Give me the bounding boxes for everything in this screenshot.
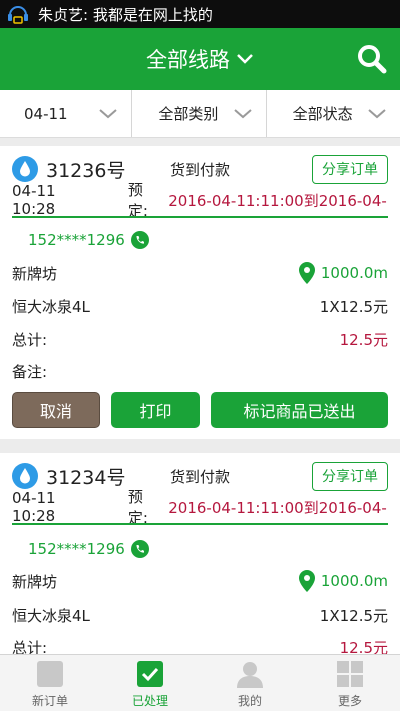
chevron-down-icon <box>99 108 117 118</box>
share-order-button[interactable]: 分享订单 <box>312 154 388 184</box>
bottom-nav: 新订单 已处理 我的 更多 <box>0 654 400 711</box>
payment-method: 货到付款 <box>170 467 231 486</box>
status-bar: 朱贞艺: 我都是在网上找的 <box>0 0 400 28</box>
total-amount: 12.5元 <box>339 638 388 655</box>
scheduled-time: 2016-04-11:11:00到2016-04-11: <box>168 498 388 517</box>
water-drop-icon <box>12 463 38 489</box>
category-filter[interactable]: 全部类别 <box>132 90 267 137</box>
chevron-down-icon <box>237 54 253 64</box>
delivery-location: 新牌坊 <box>12 264 58 283</box>
product-name: 恒大冰泉4L <box>12 606 90 625</box>
chevron-down-icon <box>368 108 386 118</box>
phone-number[interactable]: 152****1296 <box>28 231 125 249</box>
location-pin-icon <box>298 570 315 592</box>
status-filter-label: 全部状态 <box>292 105 353 123</box>
phone-number[interactable]: 152****1296 <box>28 540 125 558</box>
order-card: 31236号 货到付款 分享订单 04-11 10:28 预定: 2016-04… <box>0 146 400 439</box>
payment-method: 货到付款 <box>170 160 231 179</box>
check-icon <box>136 660 164 688</box>
date-filter[interactable]: 04-11 <box>0 90 133 137</box>
mark-sent-button[interactable]: 标记商品已送出 <box>211 392 388 428</box>
order-number: 31236号 <box>46 159 126 182</box>
date-filter-label: 04-11 <box>24 104 68 123</box>
distance-value: 1000.0m <box>320 572 388 590</box>
distance: 1000.0m <box>298 570 388 592</box>
page-title: 全部线路 <box>146 48 230 72</box>
distance: 1000.0m <box>298 262 388 284</box>
distance-value: 1000.0m <box>320 264 388 282</box>
total-label: 总计: <box>12 638 48 655</box>
nav-label: 我的 <box>237 694 262 708</box>
note-label: 备注: <box>12 362 48 381</box>
route-selector[interactable]: 全部线路 <box>146 44 254 74</box>
total-amount: 12.5元 <box>339 330 388 349</box>
search-icon[interactable] <box>356 43 388 75</box>
category-filter-label: 全部类别 <box>158 105 219 123</box>
order-number: 31234号 <box>46 466 126 489</box>
grid-icon <box>336 660 364 688</box>
notification-text: 朱贞艺: 我都是在网上找的 <box>38 5 213 24</box>
order-time: 04-11 10:28 <box>12 182 56 218</box>
headset-icon <box>6 3 30 25</box>
total-label: 总计: <box>12 330 48 349</box>
divider <box>12 216 388 218</box>
order-time: 04-11 10:28 <box>12 489 56 525</box>
delivery-location: 新牌坊 <box>12 572 58 591</box>
phone-icon[interactable] <box>130 540 149 558</box>
product-name: 恒大冰泉4L <box>12 297 90 316</box>
quantity-price: 1X12.5元 <box>319 297 388 316</box>
app-header: 全部线路 <box>0 28 400 90</box>
location-pin-icon <box>298 262 315 284</box>
filter-bar: 04-11 全部类别 全部状态 <box>0 90 400 138</box>
new-order-icon <box>36 660 64 688</box>
share-order-button[interactable]: 分享订单 <box>312 461 388 491</box>
nav-label: 更多 <box>337 694 362 708</box>
scheduled-label: 预定: <box>127 488 148 527</box>
nav-more[interactable]: 更多 <box>300 655 400 711</box>
cancel-button[interactable]: 取消 <box>12 392 100 428</box>
print-button[interactable]: 打印 <box>111 392 200 428</box>
order-card: 31234号 货到付款 分享订单 04-11 10:28 预定: 2016-04… <box>0 453 400 654</box>
status-filter[interactable]: 全部状态 <box>267 90 400 137</box>
nav-processed[interactable]: 已处理 <box>100 655 200 711</box>
chevron-down-icon <box>233 108 252 118</box>
nav-mine[interactable]: 我的 <box>200 655 300 711</box>
water-drop-icon <box>12 156 38 182</box>
user-icon <box>236 660 264 688</box>
scheduled-time: 2016-04-11:11:00到2016-04-11: <box>168 191 388 210</box>
phone-icon[interactable] <box>130 231 149 249</box>
nav-label: 已处理 <box>131 694 168 708</box>
scheduled-label: 预定: <box>127 181 148 220</box>
quantity-price: 1X12.5元 <box>319 606 388 625</box>
nav-new-orders[interactable]: 新订单 <box>0 655 100 711</box>
divider <box>12 523 388 525</box>
nav-label: 新订单 <box>31 694 68 708</box>
